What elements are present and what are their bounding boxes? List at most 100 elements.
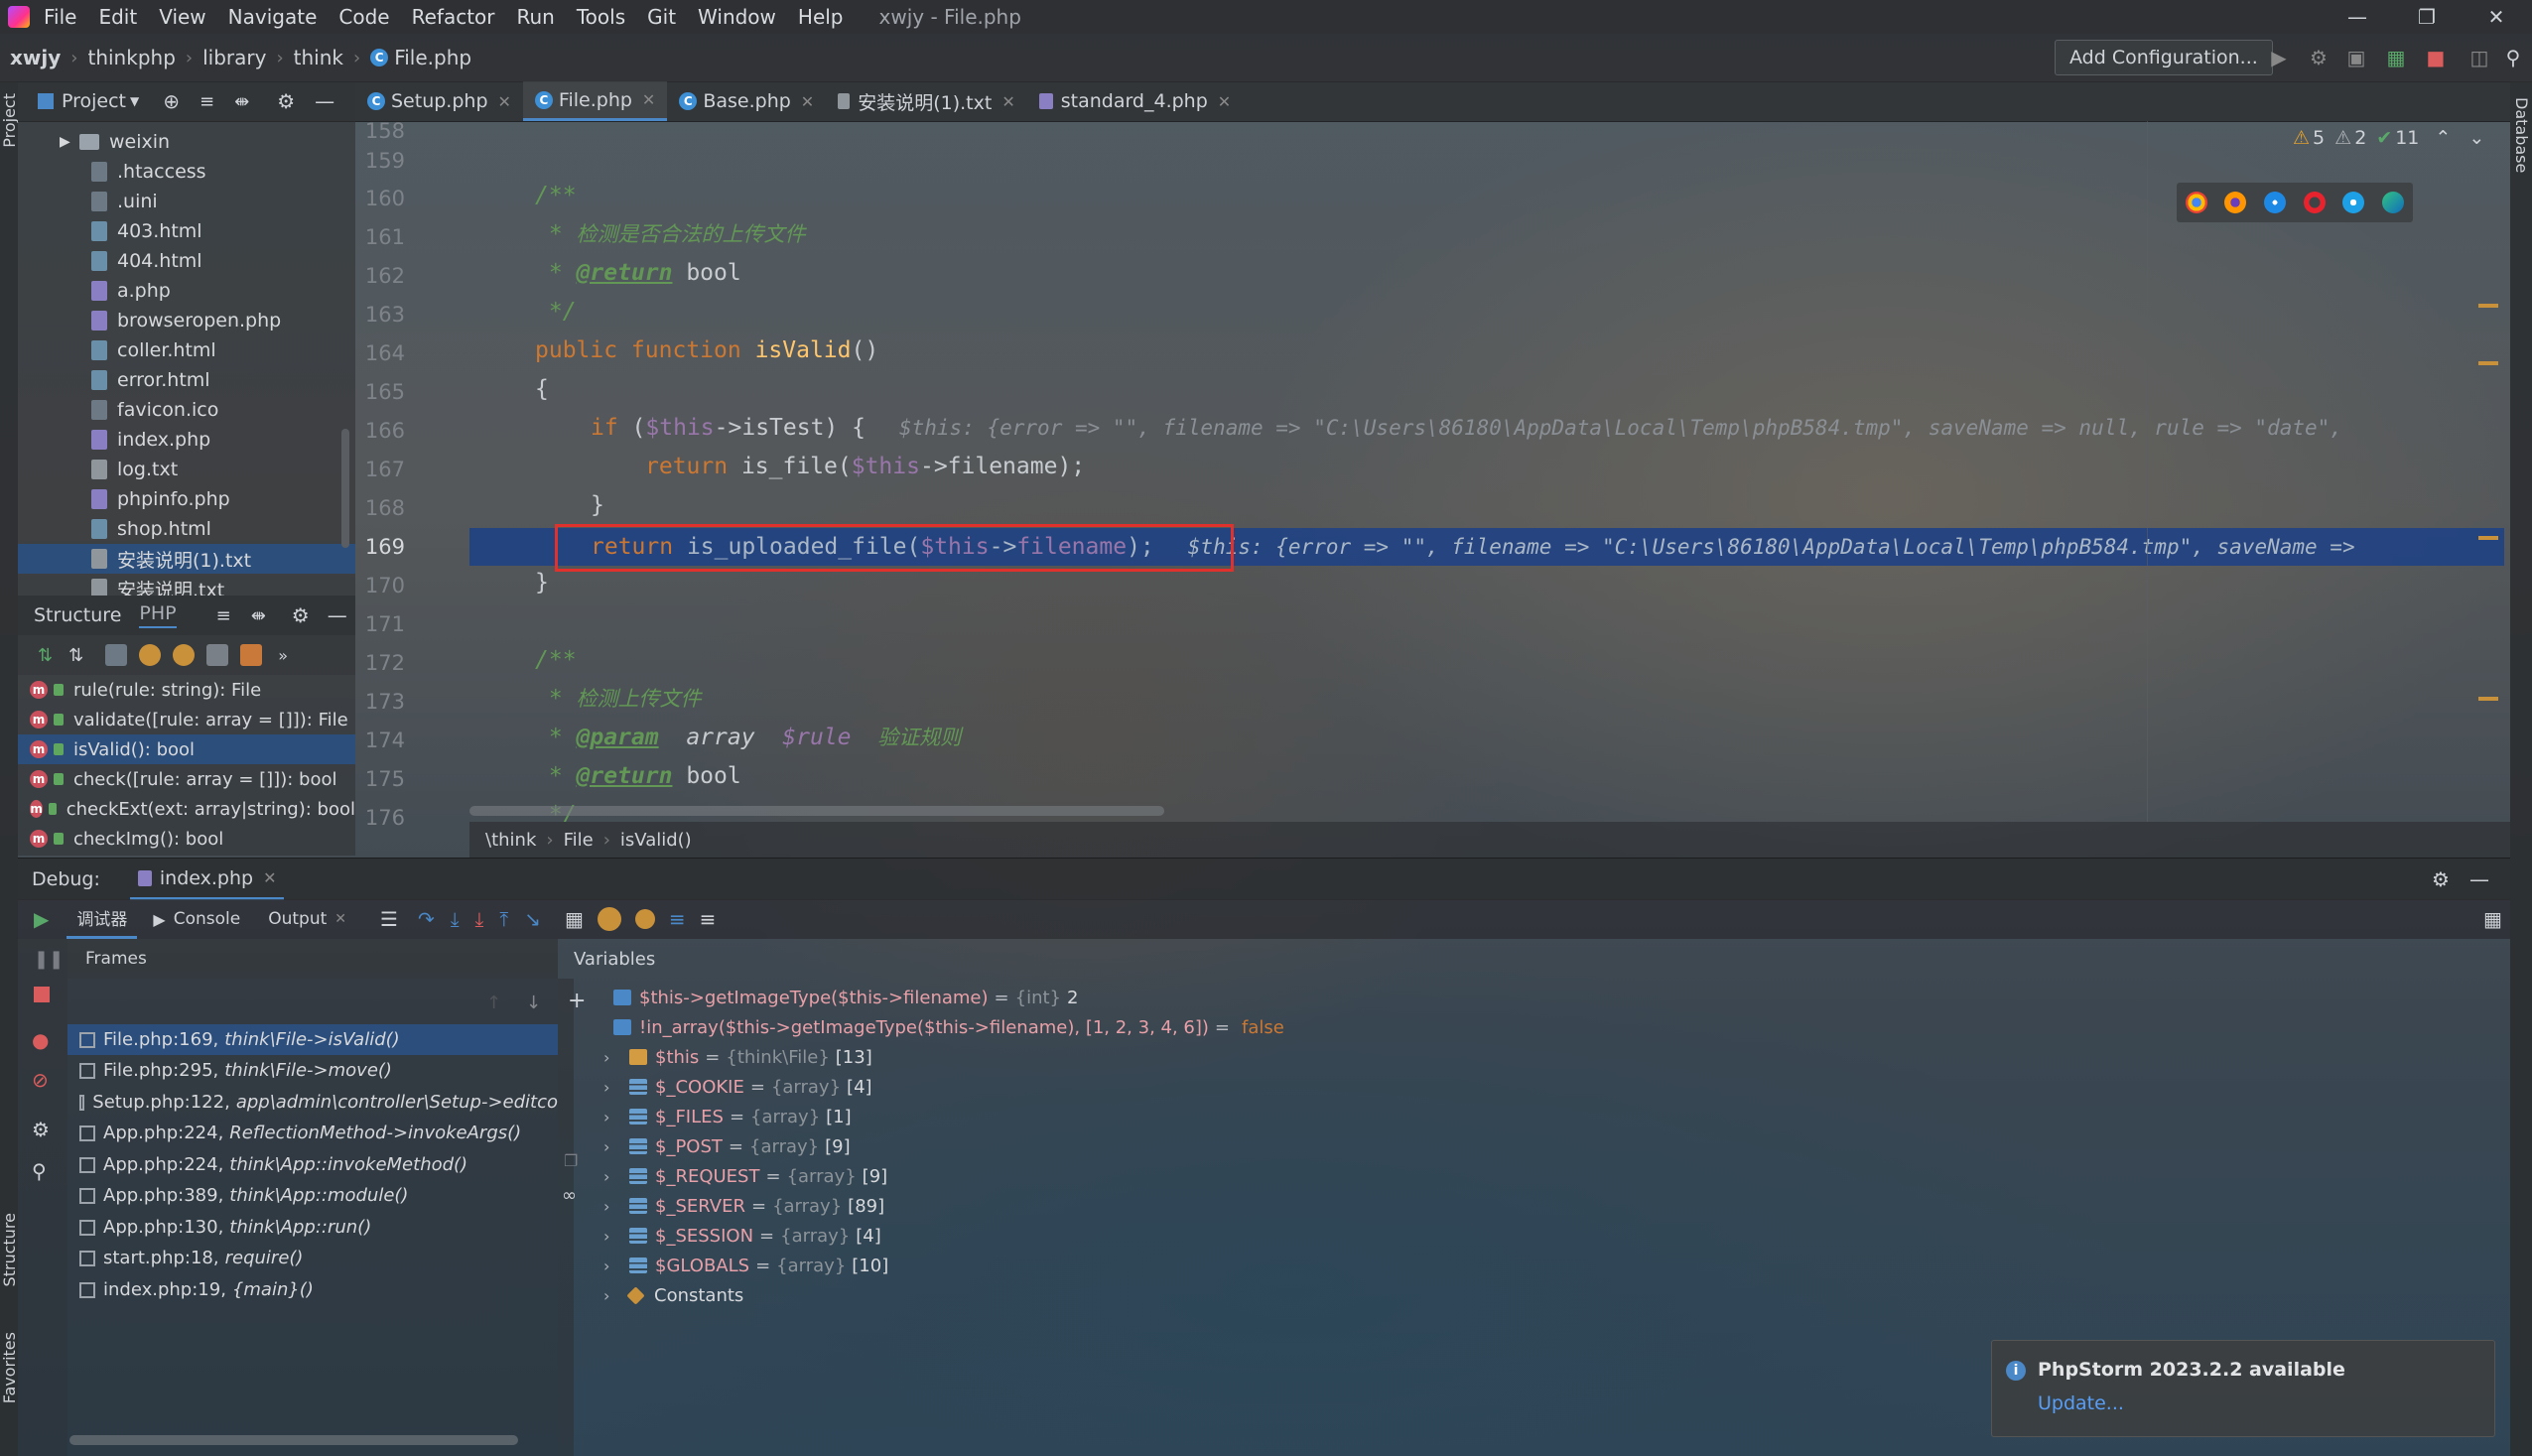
frame-item[interactable]: start.php:18, require()	[67, 1243, 558, 1273]
run-to-cursor-icon[interactable]: ↘	[524, 907, 541, 931]
chevron-right-icon[interactable]: ›	[603, 1108, 623, 1126]
tab-base-php[interactable]: C Base.php ✕	[667, 81, 826, 121]
tree-item-file[interactable]: shop.html	[18, 514, 355, 544]
chevron-down-icon[interactable]: ▼	[130, 94, 139, 108]
menu-tools[interactable]: Tools	[577, 5, 625, 29]
structure-item[interactable]: m validate([rule: array = []]): File	[18, 705, 355, 734]
variable-row[interactable]: › $_REQUEST = {array} [9]	[603, 1161, 887, 1191]
frame-item[interactable]: App.php:224, ReflectionMethod->invokeArgs…	[67, 1118, 558, 1148]
layout-icon[interactable]: ◫	[2465, 44, 2493, 71]
frame-item[interactable]: Setup.php:122, app\admin\controller\Setup…	[67, 1087, 558, 1118]
frames-scrollbar[interactable]	[69, 1435, 518, 1445]
collapse-all-icon[interactable]: ⇼	[234, 91, 249, 112]
menu-help[interactable]: Help	[798, 5, 844, 29]
chevron-right-icon[interactable]: ›	[603, 1167, 623, 1186]
frame-item[interactable]: App.php:389, think\App::module()	[67, 1180, 558, 1211]
variable-row[interactable]: › $GLOBALS = {array} [10]	[603, 1251, 888, 1280]
gear-icon[interactable]: ⚙	[277, 89, 295, 113]
menu-file[interactable]: File	[44, 5, 76, 29]
structure-item[interactable]: m checkImg(): bool	[18, 824, 355, 854]
internet-explorer-icon[interactable]	[2342, 192, 2365, 213]
variable-row[interactable]: › $this = {think\File} [13]	[603, 1042, 872, 1072]
debug-icon[interactable]: ⚙	[2305, 44, 2332, 71]
error-stripe-mark[interactable]	[2478, 304, 2498, 308]
structure-item-selected[interactable]: m isValid(): bool	[18, 734, 355, 764]
breakpoints-icon[interactable]	[634, 909, 655, 929]
breadcrumb-class[interactable]: File	[564, 830, 594, 851]
tab-setup-php[interactable]: C Setup.php ✕	[355, 81, 523, 121]
add-watch-icon[interactable]: +	[568, 989, 586, 1013]
tab-file-php[interactable]: C File.php ✕	[522, 81, 668, 121]
tree-item-file[interactable]: index.php	[18, 425, 355, 455]
safari-icon[interactable]	[2264, 192, 2287, 213]
tree-item-file[interactable]: 403.html	[18, 216, 355, 246]
menu-refactor[interactable]: Refactor	[412, 5, 495, 29]
pin-icon[interactable]: ⚲	[32, 1159, 47, 1183]
restore-icon[interactable]: ❐	[2392, 0, 2462, 34]
firefox-icon[interactable]	[2224, 192, 2247, 213]
tree-item-file[interactable]: 安装说明.txt	[18, 574, 355, 596]
chevron-right-icon[interactable]: ›	[603, 1257, 623, 1275]
frame-item-selected[interactable]: File.php:169, think\File->isValid()	[67, 1024, 558, 1055]
variable-row[interactable]: › $_COOKIE = {array} [4]	[603, 1072, 872, 1102]
gear-icon[interactable]: ⚙	[2432, 867, 2450, 891]
step-into-icon[interactable]: ⤓	[451, 907, 460, 931]
tree-item-file[interactable]: a.php	[18, 276, 355, 306]
error-stripe-mark[interactable]	[2478, 536, 2498, 540]
coverage-icon[interactable]: ▣	[2342, 44, 2370, 71]
tree-item-file[interactable]: .uini	[18, 187, 355, 216]
breadcrumb-thinkphp[interactable]: thinkphp	[87, 46, 175, 69]
tree-item-file[interactable]: coller.html	[18, 335, 355, 365]
chevron-right-icon[interactable]: ›	[603, 1078, 623, 1097]
database-tool-button[interactable]: Database	[2512, 97, 2531, 173]
opera-icon[interactable]	[2303, 192, 2326, 213]
tab-standard-php[interactable]: standard_4.php ✕	[1027, 81, 1243, 121]
project-tool-button[interactable]: Project	[0, 93, 19, 148]
favorites-tool-button[interactable]: Favorites	[0, 1332, 19, 1403]
menu-run[interactable]: Run	[517, 5, 555, 29]
breadcrumb-method[interactable]: isValid()	[620, 830, 692, 851]
variable-row[interactable]: › $_SERVER = {array} [89]	[603, 1191, 884, 1221]
evaluate-expression-icon[interactable]: ▦	[565, 907, 584, 931]
tab-debugger[interactable]: 调试器	[67, 899, 138, 939]
locate-icon[interactable]: ⊕	[163, 89, 180, 113]
watch-row[interactable]: !in_array($this->getImageType($this->fil…	[607, 1012, 1284, 1042]
error-stripe-mark[interactable]	[2478, 361, 2498, 365]
structure-item[interactable]: m check([rule: array = []]): bool	[18, 764, 355, 794]
menu-view[interactable]: View	[159, 5, 205, 29]
mute-breakpoints-icon[interactable]: ⊘	[32, 1068, 49, 1092]
watch-row[interactable]: $this->getImageType($this->filename) = {in…	[607, 983, 1078, 1012]
tree-scrollbar[interactable]	[341, 429, 349, 548]
menu-navigate[interactable]: Navigate	[228, 5, 318, 29]
menu-code[interactable]: Code	[338, 5, 389, 29]
breadcrumb-file[interactable]: File.php	[394, 46, 471, 69]
close-tab-icon[interactable]: ✕	[642, 90, 655, 109]
pause-icon[interactable]: ❚❚	[34, 949, 64, 970]
add-configuration-button[interactable]: Add Configuration...	[2055, 40, 2273, 75]
sort-alpha-icon[interactable]: ⇅	[38, 645, 53, 666]
project-view-selector[interactable]: Project	[62, 90, 126, 112]
chevron-right-icon[interactable]: ›	[603, 1286, 623, 1305]
frame-item[interactable]: App.php:224, think\App::invokeMethod()	[67, 1149, 558, 1180]
minimize-icon[interactable]: —	[2323, 0, 2392, 34]
sort-visibility-icon[interactable]: ⇅	[68, 645, 83, 666]
show-execution-point-icon[interactable]: ☰	[380, 907, 398, 931]
chevron-right-icon[interactable]: ›	[603, 1137, 623, 1156]
show-methods-icon[interactable]	[240, 644, 263, 666]
hide-panel-icon[interactable]: —	[328, 603, 347, 627]
tree-item-file[interactable]: browseropen.php	[18, 306, 355, 335]
view-breakpoints-icon[interactable]: ●	[32, 1028, 49, 1052]
close-tab-icon[interactable]: ✕	[263, 868, 276, 887]
inspection-widget[interactable]: ⚠ 5 ⚠ 2 ✔ 11 ⌃ ⌄	[2293, 127, 2484, 149]
frame-item[interactable]: index.php:19, {main}()	[67, 1274, 558, 1305]
menu-git[interactable]: Git	[647, 5, 676, 29]
update-link[interactable]: Update...	[2038, 1392, 2124, 1414]
close-tab-icon[interactable]: ✕	[1218, 92, 1231, 111]
tree-item-file[interactable]: .htaccess	[18, 157, 355, 187]
settings-list-icon[interactable]: ≡	[700, 907, 717, 931]
more-icon[interactable]: »	[278, 646, 288, 665]
close-tab-icon[interactable]: ✕	[498, 92, 511, 111]
gear-icon[interactable]: ⚙	[292, 603, 310, 627]
variable-row[interactable]: › $_FILES = {array} [1]	[603, 1102, 852, 1131]
breadcrumb-think[interactable]: think	[294, 46, 343, 69]
